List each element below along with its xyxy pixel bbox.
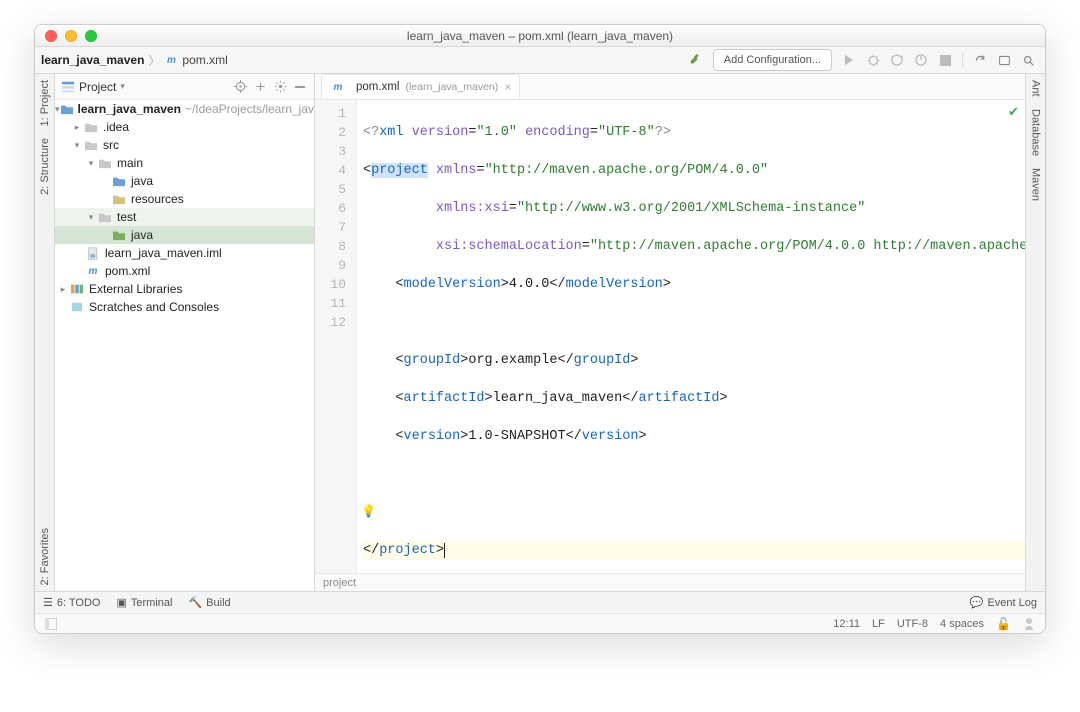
tree-node-scratches[interactable]: Scratches and Consoles [55, 298, 314, 316]
intention-bulb-icon[interactable]: 💡 [361, 503, 376, 522]
expand-all-icon[interactable] [252, 79, 268, 95]
status-caret-position[interactable]: 12:11 [833, 618, 860, 630]
text-cursor [444, 543, 445, 558]
chevron-down-icon: ▾ [120, 81, 125, 92]
add-configuration-button[interactable]: Add Configuration... [713, 49, 832, 71]
search-everywhere-icon[interactable] [1017, 49, 1039, 71]
tool-tab-build[interactable]: 🔨Build [188, 596, 230, 609]
breadcrumb[interactable]: learn_java_maven 〉 m pom.xml [41, 52, 228, 69]
project-view-selector[interactable]: Project ▾ [79, 80, 125, 94]
settings-gear-icon[interactable] [272, 79, 288, 95]
tool-tab-structure[interactable]: 2: Structure [37, 132, 53, 201]
editor-area: m pom.xml (learn_java_maven) × ✔ 123 456… [315, 74, 1025, 591]
status-encoding[interactable]: UTF-8 [897, 618, 928, 630]
maven-file-icon: m [330, 80, 346, 94]
tree-node-pom[interactable]: m pom.xml [55, 262, 314, 280]
tree-node-src[interactable]: ▾ src [55, 136, 314, 154]
editor-tabs: m pom.xml (learn_java_maven) × [315, 74, 1025, 100]
main-body: 1: Project 2: Structure 2: Favorites Pro… [35, 74, 1045, 591]
editor-breadcrumb[interactable]: project [315, 573, 1025, 591]
tool-tab-favorites[interactable]: 2: Favorites [37, 522, 53, 591]
profile-icon[interactable] [910, 49, 932, 71]
project-tree[interactable]: ▾ learn_java_maven ~/IdeaProjects/learn_… [55, 100, 314, 591]
close-tab-icon[interactable]: × [504, 80, 511, 94]
breadcrumb-file[interactable]: pom.xml [182, 53, 227, 67]
run-icon[interactable] [838, 49, 860, 71]
tool-tab-project[interactable]: 1: Project [37, 74, 53, 132]
bottom-tool-tabs: ☰6: TODO ▣Terminal 🔨Build 💬Event Log [35, 591, 1045, 613]
readonly-lock-icon[interactable]: 🔓 [996, 617, 1011, 631]
status-indent[interactable]: 4 spaces [940, 618, 984, 630]
editor-tab-pom[interactable]: m pom.xml (learn_java_maven) × [321, 74, 520, 99]
inspection-ok-icon: ✔ [1008, 104, 1019, 120]
hide-panel-icon[interactable] [292, 79, 308, 95]
tree-node-test-java[interactable]: java [55, 226, 314, 244]
tree-node-test[interactable]: ▾ test [55, 208, 314, 226]
project-tool-window: Project ▾ ▾ learn_java_maven ~/IdeaProje… [55, 74, 315, 591]
tree-node-resources[interactable]: resources [55, 190, 314, 208]
update-project-icon[interactable] [969, 49, 991, 71]
debug-icon[interactable] [862, 49, 884, 71]
right-tool-strip: Ant Database Maven [1025, 74, 1045, 591]
tree-node-iml[interactable]: learn_java_maven.iml [55, 244, 314, 262]
stop-icon[interactable] [934, 49, 956, 71]
window-title: learn_java_maven – pom.xml (learn_java_m… [35, 29, 1045, 43]
hector-icon[interactable] [1023, 617, 1035, 631]
project-view-icon [61, 80, 75, 94]
tool-tab-todo[interactable]: ☰6: TODO [43, 596, 100, 609]
project-panel-header: Project ▾ [55, 74, 314, 100]
code-content[interactable]: <?xml version="1.0" encoding="UTF-8"?> <… [357, 100, 1025, 573]
line-gutter[interactable]: 123 456 789 101112 [315, 100, 357, 573]
tree-node-external-libraries[interactable]: ▸ External Libraries [55, 280, 314, 298]
coverage-icon[interactable] [886, 49, 908, 71]
code-editor[interactable]: ✔ 123 456 789 101112 <?xml version="1.0"… [315, 100, 1025, 573]
ide-window: learn_java_maven – pom.xml (learn_java_m… [34, 24, 1046, 634]
status-bar: 12:11 LF UTF-8 4 spaces 🔓 [35, 613, 1045, 633]
tool-tab-database[interactable]: Database [1028, 103, 1044, 162]
tool-tab-maven[interactable]: Maven [1028, 162, 1044, 207]
status-line-separator[interactable]: LF [872, 618, 885, 630]
git-branch-icon[interactable] [993, 49, 1015, 71]
left-tool-strip: 1: Project 2: Structure 2: Favorites [35, 74, 55, 591]
navigation-bar: learn_java_maven 〉 m pom.xml Add Configu… [35, 47, 1045, 74]
breadcrumb-sep: 〉 [148, 52, 160, 69]
tree-node-idea[interactable]: ▸ .idea [55, 118, 314, 136]
tree-node-main[interactable]: ▾ main [55, 154, 314, 172]
tool-tab-ant[interactable]: Ant [1028, 74, 1044, 103]
build-hammer-icon[interactable] [685, 49, 707, 71]
breadcrumb-project[interactable]: learn_java_maven [41, 53, 144, 67]
tool-tab-eventlog[interactable]: 💬Event Log [970, 596, 1037, 609]
maven-file-icon: m [164, 53, 178, 67]
locate-icon[interactable] [232, 79, 248, 95]
run-toolbar [838, 49, 1039, 71]
tree-root[interactable]: ▾ learn_java_maven ~/IdeaProjects/learn_… [55, 100, 314, 118]
tree-node-main-java[interactable]: java [55, 172, 314, 190]
tool-tab-terminal[interactable]: ▣Terminal [116, 596, 172, 609]
titlebar: learn_java_maven – pom.xml (learn_java_m… [35, 25, 1045, 47]
tool-window-quick-access-icon[interactable] [45, 618, 57, 630]
